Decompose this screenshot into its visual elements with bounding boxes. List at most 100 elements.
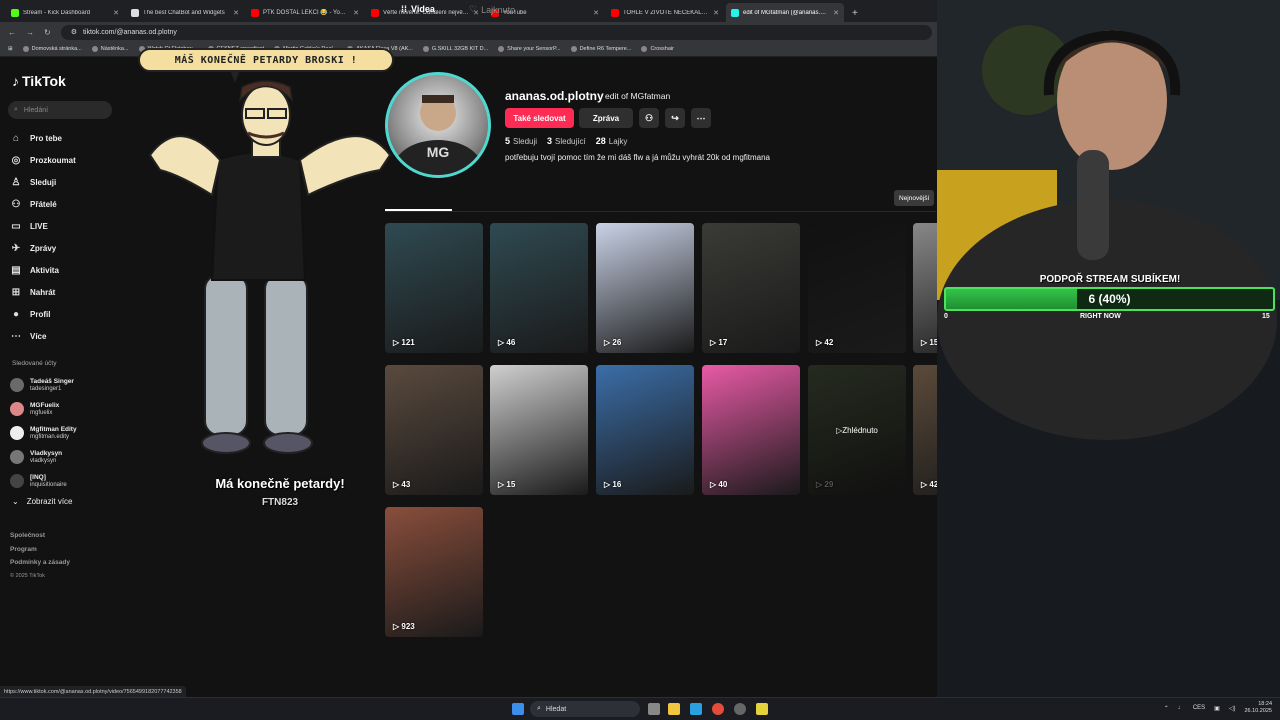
view-count: ▷ 43 bbox=[393, 480, 411, 489]
bookmark-item[interactable]: Crosshair bbox=[641, 46, 674, 52]
app-icon[interactable] bbox=[756, 703, 768, 715]
volume-icon[interactable]: ◁) bbox=[1229, 705, 1236, 712]
reload-icon[interactable]: ↻ bbox=[44, 28, 51, 37]
app-icon[interactable] bbox=[734, 703, 746, 715]
url-field[interactable]: ⚙ tiktok.com/@ananas.od.plotny bbox=[60, 24, 932, 40]
note-icon: ♪ bbox=[12, 73, 19, 89]
mic-icon[interactable]: ♩ bbox=[1178, 705, 1184, 711]
close-icon[interactable]: ✕ bbox=[353, 9, 359, 17]
bookmark-item[interactable]: Nástěnka... bbox=[91, 46, 129, 52]
tiktok-logo[interactable]: ♪ TikTok bbox=[12, 73, 66, 89]
sort-latest-button[interactable]: Nejnovější bbox=[894, 190, 935, 206]
copyright: © 2025 TikTok bbox=[10, 572, 45, 579]
sidebar-item-aktivita[interactable]: ▤ Aktivita bbox=[10, 259, 120, 281]
profile-bio: potřebuju tvojí pomoc tím že mi dáš flw … bbox=[505, 153, 771, 162]
taskbar-search[interactable]: ⌕ Hledat bbox=[530, 701, 640, 717]
video-thumbnail[interactable]: ▷ 17 bbox=[702, 223, 800, 353]
follow-button[interactable]: Také sledovat bbox=[505, 108, 574, 128]
sidebar-item-pro-tebe[interactable]: ⌂ Pro tebe bbox=[10, 127, 120, 149]
back-icon[interactable]: ← bbox=[8, 28, 16, 37]
footer-link[interactable]: Společnost bbox=[10, 529, 70, 543]
following-account[interactable]: Tadeáš Singer tadesinger1 bbox=[10, 373, 130, 397]
following-account[interactable]: Vladkysyn vladkysyn bbox=[10, 445, 130, 469]
sidebar-item-zprávy[interactable]: ✈ Zprávy bbox=[10, 237, 120, 259]
bookmark-icon bbox=[570, 46, 577, 52]
footer-link[interactable]: Podmínky a zásady bbox=[10, 556, 70, 570]
new-tab-button[interactable]: + bbox=[846, 8, 864, 22]
close-icon[interactable]: ✕ bbox=[113, 9, 119, 17]
add-friend-icon[interactable]: ⚇ bbox=[639, 108, 659, 128]
video-thumbnail[interactable]: ▷ 26 bbox=[596, 223, 694, 353]
close-icon[interactable]: ✕ bbox=[593, 9, 599, 17]
more-icon[interactable]: ⋯ bbox=[691, 108, 711, 128]
message-button[interactable]: Zpráva bbox=[579, 108, 633, 128]
heart-outline-icon: ♡ bbox=[469, 4, 478, 14]
browser-tab[interactable]: Stream - Kick Dashboard ✕ bbox=[6, 3, 124, 22]
following-account[interactable]: MGFuelix mgfuelix bbox=[10, 397, 130, 421]
bookmark-item[interactable]: Define R6 Tempere... bbox=[570, 46, 631, 52]
nav-icon: ◎ bbox=[11, 154, 21, 166]
search-input[interactable]: ⌕ Hledání bbox=[8, 101, 112, 119]
site-info-icon[interactable]: ⚙ bbox=[71, 28, 77, 36]
show-more-button[interactable]: ⌄ Zobrazit více bbox=[12, 497, 73, 506]
sidebar-item-více[interactable]: ⋯ Více bbox=[10, 325, 120, 347]
following-account[interactable]: [INQ] inquisitionaire bbox=[10, 469, 130, 493]
start-icon[interactable] bbox=[512, 703, 524, 715]
browser-tab[interactable]: The best ChatBot and Widgets ✕ bbox=[126, 3, 244, 22]
avatar bbox=[10, 450, 24, 464]
close-icon[interactable]: ✕ bbox=[713, 9, 719, 17]
tab-title: The best ChatBot and Widgets bbox=[143, 9, 225, 16]
close-icon[interactable]: ✕ bbox=[233, 9, 239, 17]
store-icon[interactable] bbox=[690, 703, 702, 715]
overlay-caption-author: FTN823 bbox=[261, 497, 299, 508]
search-icon: ⌕ bbox=[14, 106, 18, 113]
browser-tab[interactable]: edit of MGfatman (@ananas.od... ✕ bbox=[726, 3, 844, 22]
following-account[interactable]: Mgfitman Edity mgfitman.edity bbox=[10, 421, 130, 445]
avatar bbox=[10, 426, 24, 440]
sidebar-item-prozkoumat[interactable]: ◎ Prozkoumat bbox=[10, 149, 120, 171]
video-thumbnail[interactable]: ▷ 42 bbox=[808, 223, 906, 353]
bookmark-item[interactable]: G.SKILL 32GB KIT D... bbox=[422, 46, 488, 52]
stat-followers[interactable]: 3 Sledující bbox=[547, 136, 586, 146]
video-thumbnail[interactable]: ▷ 46 bbox=[490, 223, 588, 353]
browser-tab[interactable]: PTK DOSTAL LEKCI 😂 - YouTube ✕ bbox=[246, 3, 364, 22]
tab-videos[interactable]: ⁞⁞ Videa bbox=[401, 4, 435, 14]
sidebar-item-nahrát[interactable]: ⊞ Nahrát bbox=[10, 281, 120, 303]
play-icon: ▷ bbox=[921, 338, 928, 347]
chrome-icon[interactable] bbox=[712, 703, 724, 715]
chevron-up-icon[interactable]: ⌃ bbox=[1164, 705, 1169, 712]
file-explorer-icon[interactable] bbox=[668, 703, 680, 715]
sidebar-item-přátelé[interactable]: ⚇ Přátelé bbox=[10, 193, 120, 215]
video-thumbnail[interactable]: ▷ 923 bbox=[385, 507, 483, 637]
bookmark-icon bbox=[498, 46, 505, 52]
nav-icon: ▤ bbox=[11, 264, 21, 276]
view-count: ▷ 15 bbox=[498, 480, 516, 489]
bookmark-item[interactable]: Share your SensorP... bbox=[498, 46, 561, 52]
sidebar-item-sleduji[interactable]: ♙ Sleduji bbox=[10, 171, 120, 193]
nav-icon: ● bbox=[12, 308, 20, 320]
video-thumbnail[interactable]: ▷ Zhlédnuto ▷ 29 bbox=[808, 365, 906, 495]
tab-favicon-icon bbox=[611, 8, 619, 17]
forward-icon[interactable]: → bbox=[26, 28, 34, 37]
footer-link[interactable]: Program bbox=[10, 543, 70, 557]
tab-liked[interactable]: ♡ Lajknuto bbox=[469, 4, 515, 15]
sidebar-item-profil[interactable]: ● Profil bbox=[10, 303, 120, 325]
network-icon[interactable]: ▣ bbox=[1214, 705, 1220, 712]
sub-goal-value: 6 (40%) bbox=[1088, 292, 1131, 306]
sub-goal-title: PODPOŘ STREAM SUBÍKEM! bbox=[1039, 274, 1181, 285]
video-thumbnail[interactable]: ▷ 15 bbox=[490, 365, 588, 495]
browser-tab[interactable]: TOHLE V ŽIVOTĚ NEČEKAL! - You... ✕ bbox=[606, 3, 724, 22]
close-icon[interactable]: ✕ bbox=[833, 9, 839, 17]
task-view-icon[interactable] bbox=[648, 703, 660, 715]
clock[interactable]: 18:24 26.10.2025 bbox=[1244, 701, 1272, 715]
avatar bbox=[10, 474, 24, 488]
video-thumbnail[interactable]: ▷ 40 bbox=[702, 365, 800, 495]
apps-icon[interactable]: ⊞ bbox=[8, 46, 13, 52]
language-indicator[interactable]: CES bbox=[1193, 705, 1205, 711]
video-thumbnail[interactable]: ▷ 16 bbox=[596, 365, 694, 495]
chevron-down-icon: ⌄ bbox=[12, 497, 19, 506]
bookmark-item[interactable]: Domovská stránka... bbox=[22, 46, 82, 52]
sidebar-item-live[interactable]: ▭ LIVE bbox=[10, 215, 120, 237]
share-icon[interactable]: ↪ bbox=[665, 108, 685, 128]
stat-following[interactable]: 5 Sleduji bbox=[505, 136, 537, 146]
